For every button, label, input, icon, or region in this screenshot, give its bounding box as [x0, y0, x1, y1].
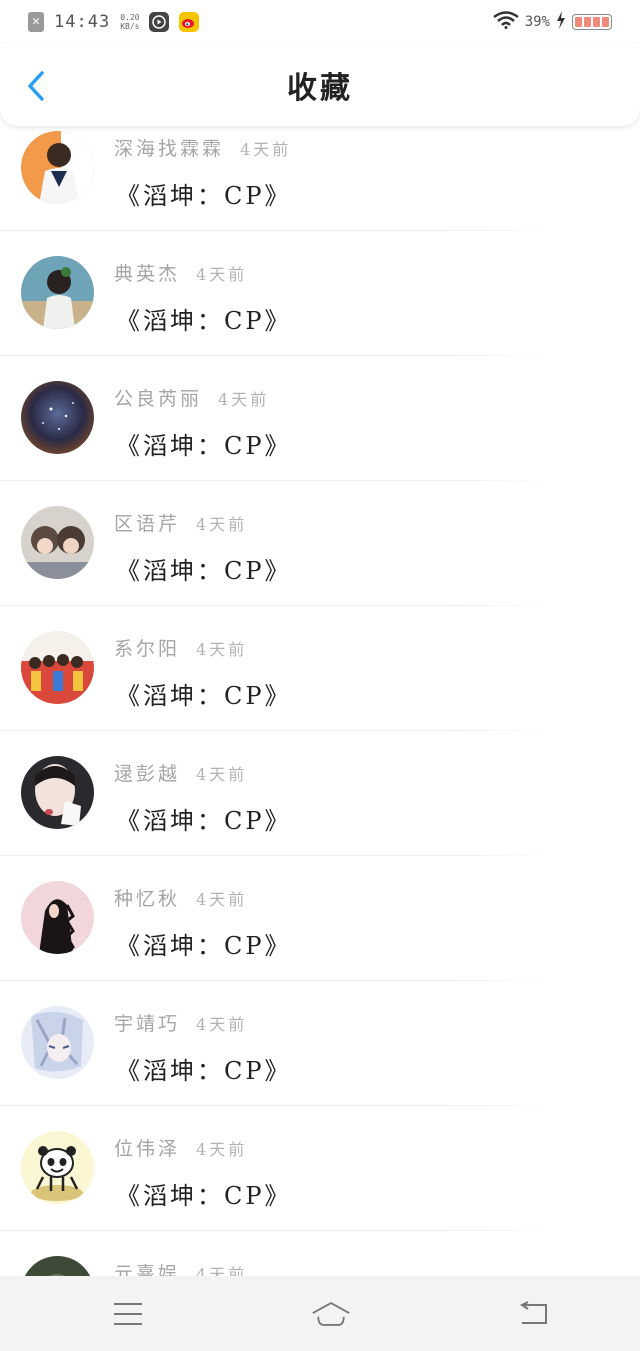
close-notification-icon: ✕: [28, 12, 44, 32]
avatar[interactable]: [21, 756, 94, 829]
avatar[interactable]: [21, 881, 94, 954]
back-return-icon: [520, 1300, 547, 1324]
avatar[interactable]: [21, 1256, 94, 1276]
avatar[interactable]: [21, 256, 94, 329]
favorites-list: 深海找霖霖 4天前 《滔坤：CP》 典英杰 4天前 《滔坤：CP》 公良芮丽 4天前 …: [0, 106, 640, 1276]
home-icon: [312, 1301, 350, 1326]
list-item[interactable]: 亓熹娱 4天前: [0, 1231, 640, 1276]
menu-icon: [114, 1302, 142, 1325]
list-item[interactable]: 系尔阳 4天前 《滔坤：CP》: [0, 606, 640, 731]
page-title: 收藏: [287, 71, 353, 106]
network-speed: 0.20 KB/s: [120, 13, 139, 31]
item-author: 公良芮丽: [114, 388, 203, 410]
list-item[interactable]: 公良芮丽 4天前 《滔坤：CP》: [0, 356, 640, 481]
weibo-app-icon: [179, 12, 200, 32]
item-author: 位伟泽: [114, 1138, 181, 1160]
back-button[interactable]: [18, 66, 54, 106]
item-title: 《滔坤：CP》: [116, 682, 292, 710]
list-item[interactable]: 典英杰 4天前 《滔坤：CP》: [0, 231, 640, 356]
item-title: 《滔坤：CP》: [116, 307, 292, 335]
network-speed-value: 0.20: [120, 13, 140, 22]
system-nav-bar: [0, 1276, 640, 1351]
avatar[interactable]: [21, 1131, 94, 1204]
item-author: 种忆秋: [114, 888, 181, 910]
back-nav-button[interactable]: [514, 1294, 554, 1334]
list-item[interactable]: 区语芹 4天前 《滔坤：CP》: [0, 481, 640, 606]
item-time: 4天前: [240, 140, 292, 159]
list-item[interactable]: 逯彭越 4天前 《滔坤：CP》: [0, 731, 640, 856]
item-time: 4天前: [196, 1015, 248, 1034]
item-author: 亓熹娱: [114, 1263, 181, 1276]
item-author: 宇靖巧: [114, 1013, 181, 1035]
status-time: 14:43: [54, 12, 111, 32]
item-title: 《滔坤：CP》: [116, 1057, 292, 1085]
item-time: 4天前: [196, 265, 248, 284]
item-title: 《滔坤：CP》: [116, 1182, 292, 1210]
charging-icon: [556, 11, 566, 33]
item-author: 逯彭越: [114, 763, 181, 785]
item-title: 《滔坤：CP》: [116, 807, 292, 835]
menu-button[interactable]: [108, 1294, 148, 1334]
list-item[interactable]: 宇靖巧 4天前 《滔坤：CP》: [0, 981, 640, 1106]
item-time: 4天前: [196, 1140, 248, 1159]
list-item[interactable]: 种忆秋 4天前 《滔坤：CP》: [0, 856, 640, 981]
avatar[interactable]: [21, 131, 94, 204]
item-author: 典英杰: [114, 263, 181, 285]
item-time: 4天前: [218, 390, 270, 409]
avatar[interactable]: [21, 1006, 94, 1079]
item-time: 4天前: [196, 1265, 248, 1276]
avatar[interactable]: [21, 631, 94, 704]
app-header: 收藏: [0, 44, 640, 126]
item-author: 系尔阳: [114, 638, 181, 660]
item-title: 《滔坤：CP》: [116, 932, 292, 960]
network-speed-unit: KB/s: [120, 22, 140, 31]
wifi-icon: [492, 11, 519, 33]
chevron-left-icon: [28, 71, 44, 101]
battery-icon: [572, 14, 612, 30]
item-time: 4天前: [196, 640, 248, 659]
list-item[interactable]: 位伟泽 4天前 《滔坤：CP》: [0, 1106, 640, 1231]
item-time: 4天前: [196, 765, 248, 784]
item-time: 4天前: [196, 890, 248, 909]
item-title: 《滔坤：CP》: [116, 557, 292, 585]
item-title: 《滔坤：CP》: [116, 432, 292, 460]
battery-percent: 39%: [524, 14, 550, 30]
item-author: 深海找霖霖: [114, 138, 225, 160]
play-app-icon: [149, 12, 170, 32]
item-title: 《滔坤：CP》: [116, 182, 292, 210]
item-time: 4天前: [196, 515, 248, 534]
home-button[interactable]: [311, 1294, 351, 1334]
status-bar: ✕ 14:43 0.20 KB/s 39%: [0, 0, 640, 44]
avatar[interactable]: [21, 506, 94, 579]
avatar[interactable]: [21, 381, 94, 454]
item-author: 区语芹: [114, 513, 181, 535]
